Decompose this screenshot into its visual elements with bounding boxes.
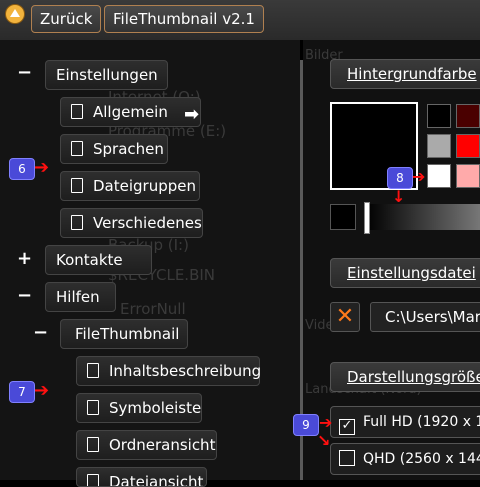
tree-item-content-description[interactable]: Inhaltsbeschreibung [76, 356, 262, 386]
red-arrow-icon: ➔ [319, 413, 333, 432]
red-arrow-icon: ➔ [412, 167, 426, 186]
tree-item-file-groups[interactable]: Dateigruppen [60, 171, 200, 201]
document-icon [71, 141, 83, 156]
color-swatch[interactable] [427, 134, 451, 158]
checkbox-checked-icon[interactable]: ✓ [339, 419, 355, 435]
document-icon [87, 400, 99, 415]
tree-item-filethumbnail[interactable]: FileThumbnail [60, 319, 188, 349]
tree-item-label: Verschiedenes [93, 214, 202, 232]
qhd-option[interactable]: QHD (2560 x 144 [330, 443, 480, 475]
expand-icon[interactable]: + [17, 250, 32, 268]
up-arrow-icon[interactable] [5, 4, 25, 24]
clear-path-icon[interactable]: ✕ [330, 302, 360, 332]
details-panel: Bilder Video Landschaft (Nord) Hintergru… [293, 40, 480, 480]
tree-item-label: Dateiansicht [109, 473, 204, 487]
tree-item-languages[interactable]: Sprachen [60, 134, 168, 164]
tree-item-label: Ordneransicht [109, 436, 216, 454]
annotation-badge: 8 [387, 167, 413, 189]
slider-handle[interactable] [364, 202, 370, 234]
back-button[interactable]: Zurück [31, 5, 102, 33]
document-icon [71, 104, 83, 119]
collapse-icon[interactable]: − [17, 287, 32, 305]
tree-item-label: Inhaltsbeschreibung [109, 362, 262, 380]
tree-item-file-view[interactable]: Dateiansicht [76, 467, 207, 487]
option-label: Full HD (1920 x 1 [363, 414, 480, 430]
settings-tree-panel: Internet (O:) Programme (E:) Backup (I:)… [0, 40, 300, 487]
tree-item-contacts[interactable]: Kontakte [45, 245, 152, 275]
color-swatch[interactable] [456, 104, 480, 128]
color-swatch[interactable] [427, 104, 451, 128]
display-size-header[interactable]: Darstellungsgröße [330, 362, 480, 392]
tree-item-label: Dateigruppen [93, 177, 196, 195]
app-version-button[interactable]: FileThumbnail v2.1 [104, 5, 264, 33]
color-swatch[interactable] [456, 164, 480, 188]
background-color-header[interactable]: Hintergrundfarbe [330, 59, 480, 89]
document-icon [87, 437, 99, 452]
tree-item-label: Allgemein [93, 103, 168, 121]
color-swatch[interactable] [456, 134, 480, 158]
tree-item-folder-view[interactable]: Ordneransicht [76, 430, 217, 460]
section-label: Hintergrundfarbe [347, 65, 477, 83]
annotation-badge: 9 [293, 414, 319, 436]
document-icon [71, 178, 83, 193]
document-icon [87, 363, 99, 378]
tree-item-settings[interactable]: Einstellungen [45, 60, 168, 90]
red-arrow-icon: ↘ [317, 431, 331, 450]
option-label: QHD (2560 x 144 [363, 451, 480, 467]
settings-path-field[interactable]: C:\Users\Mark [370, 302, 480, 332]
tree-item-label: Symboleiste [109, 399, 202, 417]
full-hd-option[interactable]: ✓ Full HD (1920 x 1 [330, 406, 480, 438]
document-icon [87, 474, 99, 486]
section-label: Einstellungsdatei [347, 264, 476, 282]
checkbox-icon[interactable] [339, 450, 355, 466]
collapse-icon[interactable]: − [17, 64, 32, 82]
collapse-icon[interactable]: − [33, 324, 48, 342]
tree-item-help[interactable]: Hilfen [45, 282, 116, 312]
color-swatch[interactable] [427, 164, 451, 188]
ghost-text: ErrorNull [120, 300, 186, 318]
top-toolbar: Zurück FileThumbnail v2.1 [0, 0, 480, 40]
document-icon [71, 215, 83, 230]
annotation-badge: 6 [9, 158, 35, 180]
brightness-slider[interactable] [366, 204, 480, 230]
tree-item-label: Sprachen [93, 140, 164, 158]
annotation-badge: 7 [9, 381, 35, 403]
red-arrow-icon: ➔ [34, 380, 50, 401]
tree-item-general[interactable]: Allgemein [60, 97, 201, 127]
tree-item-toolbar[interactable]: Symboleiste [76, 393, 202, 423]
tree-item-misc[interactable]: Verschiedenes [60, 208, 203, 238]
selected-arrow-icon: ➡ [184, 104, 200, 125]
settings-file-header[interactable]: Einstellungsdatei [330, 258, 480, 288]
section-label: Darstellungsgröße [347, 368, 480, 386]
red-arrow-icon: ➔ [34, 157, 50, 178]
color-sample [330, 204, 356, 230]
